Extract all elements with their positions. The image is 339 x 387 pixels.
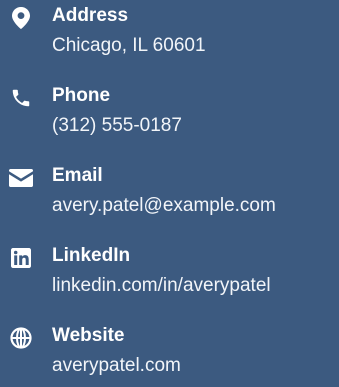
linkedin-link[interactable]: linkedin.com/in/averypatel (52, 273, 271, 299)
email-link[interactable]: avery.patel@example.com (52, 193, 276, 219)
address-value: Chicago, IL 60601 (52, 35, 206, 56)
contact-item-phone: Phone (312) 555-0187 (0, 84, 339, 144)
address-label: Address (52, 5, 129, 26)
contact-info-list: Address Chicago, IL 60601 Phone (312) 55… (0, 0, 339, 387)
website-label: Website (52, 325, 125, 346)
phone-label: Phone (52, 85, 111, 106)
phone-link[interactable]: (312) 555-0187 (52, 113, 182, 139)
linkedin-label: LinkedIn (52, 245, 131, 266)
phone-icon (9, 86, 33, 110)
map-marker-icon (9, 6, 33, 30)
contact-item-website: Website averypatel.com (0, 324, 339, 384)
contact-item-linkedin: LinkedIn linkedin.com/in/averypatel (0, 244, 339, 304)
contact-item-address: Address Chicago, IL 60601 (0, 4, 339, 64)
website-link[interactable]: averypatel.com (52, 353, 181, 379)
contact-item-email: Email avery.patel@example.com (0, 164, 339, 224)
globe-icon (9, 326, 33, 350)
envelope-icon (9, 166, 33, 190)
linkedin-icon (9, 246, 33, 270)
email-label: Email (52, 165, 103, 186)
